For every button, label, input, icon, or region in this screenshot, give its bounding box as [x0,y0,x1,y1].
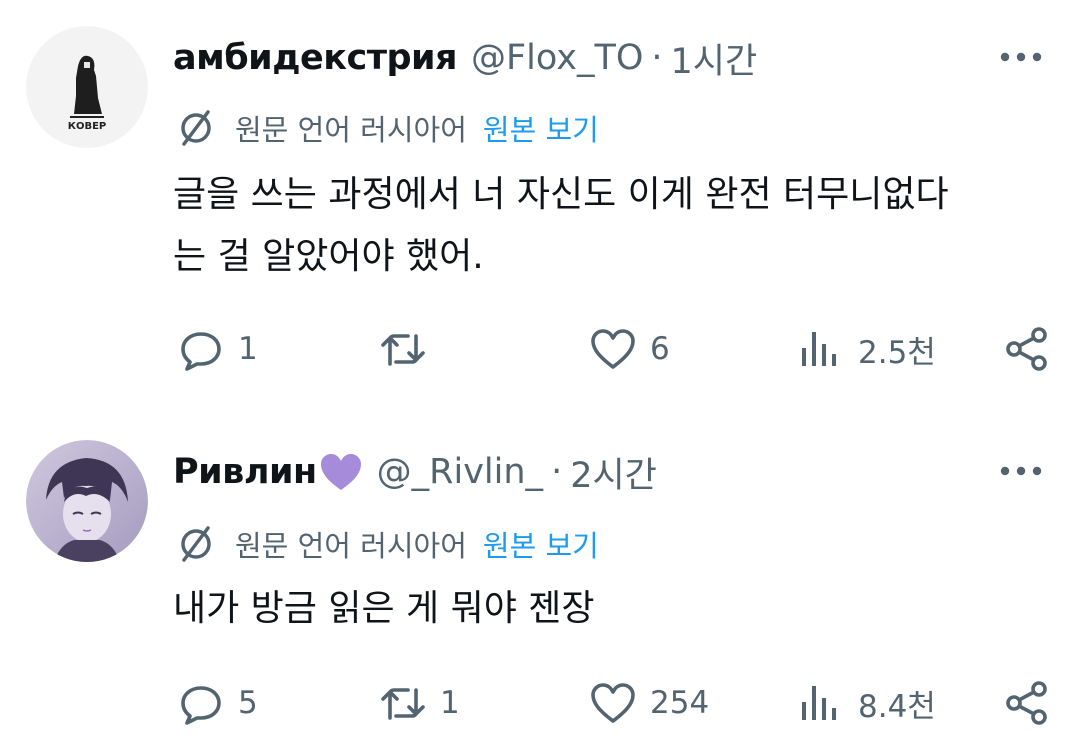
more-dots-icon [1000,52,1042,62]
timestamp[interactable]: 2시간 [570,447,657,498]
more-options-button[interactable] [995,39,1047,75]
tweet-header: Ривлин @_Rivlin_ · 2시간 [173,447,1061,497]
show-original-link[interactable]: 원본 보기 [483,523,599,565]
like-count: 6 [650,331,670,367]
views-button[interactable]: 8.4천 [796,676,936,730]
translation-note: 원문 언어 러시아어 [235,113,467,147]
timestamp[interactable]: 1시간 [671,33,758,84]
avatar-image [26,440,148,562]
share-button[interactable] [1002,676,1052,730]
tweet-actions: 1 6 2.5천 [170,322,1061,376]
view-count: 2.5천 [858,334,936,371]
like-button[interactable]: 254 [588,676,709,730]
tweet[interactable]: Ривлин @_Rivlin_ · 2시간 원문 언어 러시아어 원본 보기 … [0,400,1081,751]
show-original-link[interactable]: 원본 보기 [483,107,599,149]
analytics-icon [796,678,846,728]
reply-count: 1 [238,331,258,367]
reply-button[interactable]: 5 [176,676,258,730]
view-count: 8.4천 [858,688,936,725]
heart-icon [588,678,638,728]
avatar-image: КОВЕР [26,26,148,148]
analytics-icon [796,324,846,374]
like-button[interactable]: 6 [588,322,670,376]
share-icon [1002,324,1052,374]
translation-row: 원문 언어 러시아어 원본 보기 [175,108,599,148]
tweet[interactable]: КОВЕР амбидекстрия @Flox_TO · 1시간 원문 언어 … [0,0,1081,400]
retweet-count: 1 [440,685,460,721]
tweet-text: 글을 쓰는 과정에서 너 자신도 이게 완전 터무니없다 는 걸 알았어야 했어… [173,174,949,277]
avatar-logo-text: КОВЕР [68,121,106,132]
tweet-header: амбидекстрия @Flox_TO · 1시간 [173,33,1061,83]
retweet-icon [378,678,428,728]
retweet-button[interactable]: 1 [378,676,460,730]
share-button[interactable] [1002,322,1052,376]
display-name[interactable]: Ривлин [173,452,317,492]
more-options-button[interactable] [995,453,1047,489]
user-handle[interactable]: @Flox_TO [471,38,643,78]
retweet-icon [378,324,428,374]
avatar[interactable]: КОВЕР [26,26,148,148]
views-button[interactable]: 2.5천 [796,322,936,376]
reply-count: 5 [238,685,258,721]
separator-dot: · [551,452,563,492]
translation-note: 원문 언어 러시아어 [235,529,467,563]
retweet-button[interactable] [378,322,440,376]
translate-icon [175,523,217,565]
reply-icon [176,678,226,728]
display-name[interactable]: амбидекстрия [173,38,458,78]
tweet-text: 내가 방금 읽은 게 뭐야 젠장 [173,588,595,629]
share-icon [1002,678,1052,728]
translate-icon [175,107,217,149]
reply-button[interactable]: 1 [176,322,258,376]
reply-icon [176,324,226,374]
user-handle[interactable]: @_Rivlin_ [377,452,543,492]
heart-icon [588,324,638,374]
avatar[interactable] [26,440,148,562]
translation-row: 원문 언어 러시아어 원본 보기 [175,524,599,564]
separator-dot: · [651,38,663,78]
tweet-actions: 5 1 254 8.4천 [170,676,1061,730]
purple-heart-icon [319,452,363,492]
more-dots-icon [1000,466,1042,476]
like-count: 254 [650,685,710,721]
